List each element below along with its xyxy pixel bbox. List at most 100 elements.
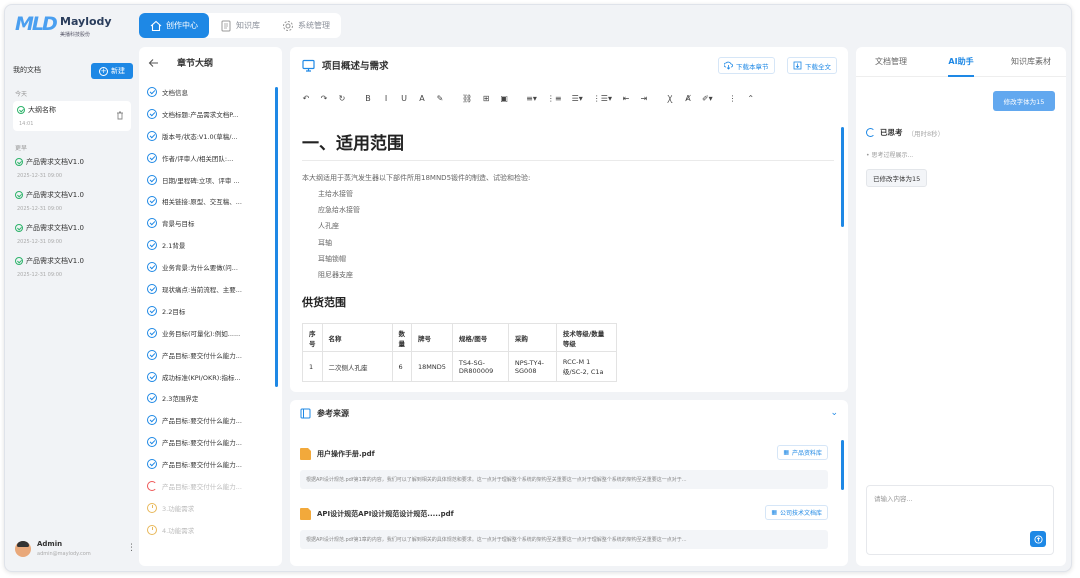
references-panel: 参考来源 ⌄ 用户操作手册.pdf ▦ 产品资料库 根据API设计规范.pdf第1… [290,400,848,566]
toolbar-button[interactable]: B [364,94,372,103]
table-header-cell: 数量 [391,323,412,352]
download-icon [793,61,802,70]
doc-item[interactable]: 产品需求文档V1.0 2025-12-31 09:00 [15,190,133,212]
toolbar-button[interactable]: ↷ [320,94,328,103]
outline-item[interactable]: 3.功能需求 [147,497,275,519]
outline-item[interactable]: 现状痛点:当前流程、主要... [147,278,275,300]
logo-subtitle: 美播科技股份 [60,32,91,38]
doc-item[interactable]: 大纲名称 14:01 [13,101,131,131]
nav-tab-knowledge-base[interactable]: 知识库 [209,13,271,38]
new-doc-label: 新建 [111,67,125,75]
outline-item[interactable]: 产品目标:要交付什么能力... [147,453,275,475]
tab-doc-management[interactable]: 文档管理 [856,47,926,76]
doc-date: 2025-12-31 09:00 [17,239,63,245]
check-circle-icon [147,459,157,470]
doc-item[interactable]: 产品需求文档V1.0 2025-12-31 09:00 [15,256,133,278]
tab-ai-assistant[interactable]: AI助手 [926,47,996,77]
user-profile[interactable]: Admin admin@maylody.com ⋮ [15,539,136,561]
outline-item[interactable]: 背景与目标 [147,212,275,234]
toolbar-button[interactable]: Ⱥ [684,94,692,103]
outline-item[interactable]: 2.1背景 [147,234,275,256]
top-bar: MLD Maylody 美播科技股份 创作中心 知识库 系统管理 [5,5,1071,43]
outline-item[interactable]: 4.功能需求 [147,519,275,541]
toolbar-button[interactable]: I [382,94,390,103]
outline-item[interactable]: 产品目标:要交付什么能力... [147,409,275,431]
outline-item[interactable]: 2.3范围界定 [147,387,275,409]
outline-item-label: 产品目标:要交付什么能力... [162,461,242,470]
download-all-button[interactable]: 下载全文 [787,57,837,74]
download-chapter-button[interactable]: 下载本章节 [718,57,775,74]
trash-icon[interactable] [115,110,125,120]
toolbar-button[interactable]: ⇥ [640,94,648,103]
scrollbar[interactable] [841,440,844,490]
nav-tab-system-admin[interactable]: 系统管理 [271,13,341,38]
outline-item[interactable]: 产品目标:要交付什么能力... [147,344,275,366]
outline-item[interactable]: 业务背景:为什么要做(问... [147,256,275,278]
outline-item[interactable]: 文档信息 [147,81,275,103]
table-cell: 二次侧人孔座 [321,351,393,382]
toolbar-button[interactable]: ↻ [338,94,346,103]
toolbar-button[interactable]: ✐▾ [702,94,713,103]
thinking-status[interactable]: 已思考 （用时8秒） [866,127,944,138]
toolbar-button[interactable]: ≡▾ [526,94,537,103]
toolbar-button[interactable]: ⋮≡ [547,94,562,103]
reference-item[interactable]: API设计规范API设计规范设计规范.....pdf ▦ 公司技术文档库 根据AP… [300,505,828,549]
thinking-label: 已思考 [880,128,903,137]
toolbar-button[interactable]: ⇤ [622,94,630,103]
outline-item-label: 业务背景:为什么要做(问... [162,264,238,273]
new-doc-button[interactable]: + 新建 [91,63,133,79]
toolbar-button[interactable]: ⊞ [482,94,490,103]
clock-icon [147,502,157,513]
library-icon: ▦ [783,449,789,456]
back-arrow-icon[interactable] [147,57,159,69]
doc-item[interactable]: 产品需求文档V1.0 2025-12-31 09:00 [15,223,133,245]
outline-item-label: 版本号/状态:V1.0(草稿/... [162,132,238,141]
outline-item[interactable]: 作者/评审人/相关团队:... [147,147,275,169]
outline-item-label: 背景与目标 [162,220,195,229]
scrollbar[interactable] [841,127,844,227]
reference-name: API设计规范API设计规范设计规范.....pdf [317,510,454,518]
toolbar-button[interactable]: ☰▾ [572,94,583,103]
outline-item-label: 业务目标(可量化):例如...... [162,329,241,338]
toolbar-button[interactable]: ✎ [436,94,444,103]
outline-item-label: 4.功能需求 [162,526,195,535]
supply-table: 序号 名称 数量 牌号 规格/图号 采购 技术等级/数量等级 1 二次侧人孔座 6 18MND5 T… [302,323,617,382]
outline-item[interactable]: 成功标准(KPI/OKR):指标... [147,366,275,388]
outline-item[interactable]: 产品目标:要交付什么能力... [147,431,275,453]
outline-item[interactable]: 日期/里程碑:立项、评审 ... [147,169,275,191]
list-item: 耳轴 [318,238,332,247]
toolbar-button[interactable]: U [400,94,408,103]
send-button[interactable] [1030,531,1046,547]
doc-item[interactable]: 产品需求文档V1.0 2025-12-31 09:00 [15,157,133,179]
heading-2: 供货范围 [302,296,346,309]
outline-item[interactable]: 产品目标:要交付什么能力... [147,475,275,497]
reference-tag[interactable]: ▦ 公司技术文档库 [765,505,828,520]
tab-knowledge-material[interactable]: 知识库素材 [996,47,1066,76]
chat-input[interactable]: 请输入内容... [866,485,1054,555]
toolbar-button[interactable]: ⌃ [747,94,755,103]
outline-item[interactable]: 业务目标(可量化):例如...... [147,322,275,344]
toolbar-button[interactable]: ⋮ [729,94,737,103]
logo: MLD Maylody 美播科技股份 [15,11,135,39]
more-vertical-icon[interactable]: ⋮ [127,543,136,553]
reference-item[interactable]: 用户操作手册.pdf ▦ 产品资料库 根据API设计规范.pdf第1章的内容，我们… [300,445,828,489]
check-icon [17,106,25,114]
check-circle-icon [147,349,157,360]
outline-item[interactable]: 相关链接:原型、交互稿、... [147,190,275,212]
outline-item[interactable]: 2.2目标 [147,300,275,322]
outline-item[interactable]: 文档标题:产品需求文档P... [147,103,275,125]
library-icon: ▦ [771,509,777,516]
toolbar-button[interactable]: ▣ [500,94,508,103]
outline-item[interactable]: 版本号/状态:V1.0(草稿/... [147,125,275,147]
list-item: 阻尼器支座 [318,271,353,280]
doc-sidebar: 我的文档 + 新建 今天 大纲名称 14:01 更早 产品需求文档V1.0 20… [9,51,136,563]
nav-tab-creation-center[interactable]: 创作中心 [139,13,209,38]
collapse-chevron-icon[interactable]: ⌄ [830,408,838,418]
toolbar-button[interactable]: ⋮☰▾ [593,94,612,103]
scrollbar[interactable] [275,87,278,387]
reference-tag[interactable]: ▦ 产品资料库 [777,445,828,460]
toolbar-button[interactable]: A [418,94,426,103]
toolbar-button[interactable]: ⛓ [462,94,472,103]
toolbar-button[interactable]: Ꭓ [666,93,674,104]
toolbar-button[interactable]: ↶ [302,94,310,103]
